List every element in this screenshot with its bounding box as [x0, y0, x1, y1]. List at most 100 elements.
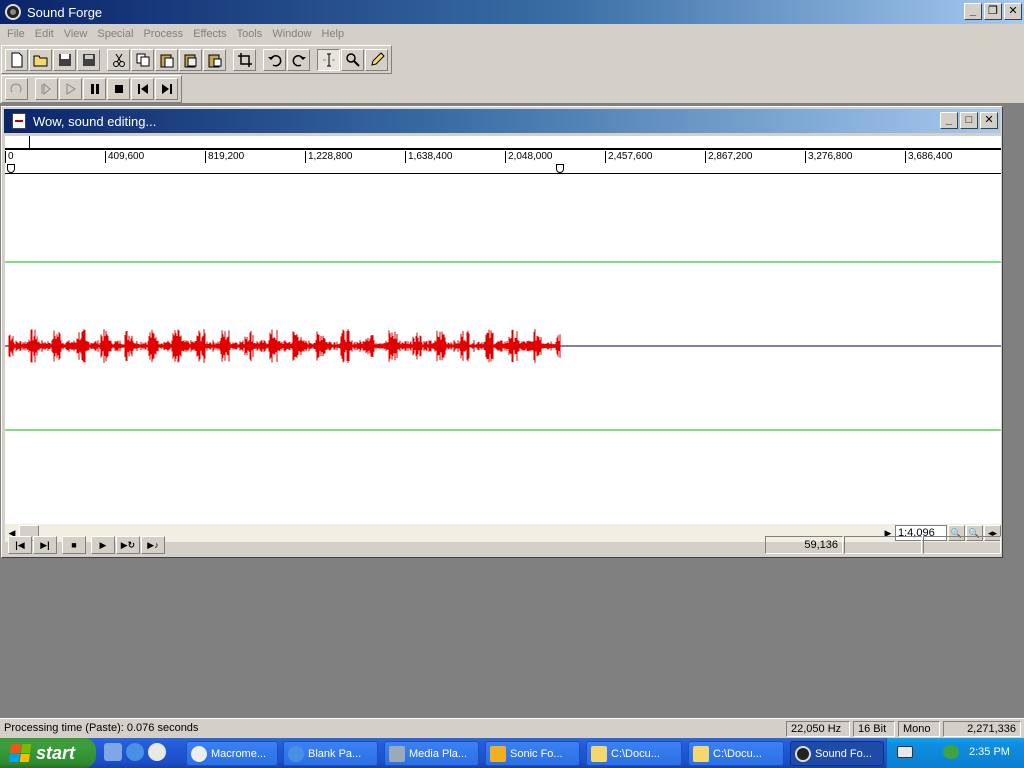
status-bar: Processing time (Paste): 0.076 seconds 2… [0, 718, 1024, 738]
task-label: Blank Pa... [308, 747, 362, 760]
document-transport: |◀ ▶| ■ ▶ ▶↻ ▶♪ 59,136 [5, 536, 1001, 556]
app-title: Sound Forge [27, 4, 103, 20]
magnifier-icon [345, 52, 360, 67]
menu-window[interactable]: Window [267, 28, 316, 40]
play-icon [66, 83, 76, 95]
pause-icon [90, 84, 99, 94]
sound-forge-task-icon [795, 745, 811, 762]
task-sonic-foundry[interactable]: Sonic Fo... [485, 741, 580, 766]
show-desktop-icon[interactable] [104, 743, 122, 761]
doc-minimize-button[interactable]: _ [940, 112, 958, 129]
task-documents-1[interactable]: C:\Docu... [586, 741, 682, 766]
task-documents-2[interactable]: C:\Docu... [688, 741, 784, 766]
clock[interactable]: 2:35 PM [969, 746, 1010, 758]
copy-button[interactable] [131, 48, 154, 71]
redo-button[interactable] [287, 48, 310, 71]
doc-play-looped-icon[interactable]: ▶↻ [116, 536, 140, 554]
cut-button[interactable] [107, 48, 130, 71]
ruler-label: 2,048,000 [505, 151, 553, 163]
stop-icon [114, 85, 123, 93]
undo-icon [267, 54, 281, 66]
task-label: Sonic Fo... [510, 747, 563, 760]
task-sound-forge[interactable]: Sound Fo... [790, 741, 884, 766]
play-button[interactable] [59, 78, 82, 100]
doc-play-icon[interactable]: ▶ [91, 536, 115, 554]
open-folder-icon [33, 55, 47, 66]
go-to-end-button[interactable] [155, 78, 178, 100]
trim-crop-button[interactable] [233, 48, 256, 71]
edit-cursor-icon [322, 53, 335, 66]
stop-button[interactable] [107, 78, 130, 100]
play-all-button[interactable] [35, 78, 58, 100]
paste-special-button[interactable] [179, 48, 202, 71]
redo-icon [292, 54, 306, 66]
waveform-canvas [5, 261, 1001, 431]
edit-tool-button[interactable] [317, 48, 340, 71]
ruler-label: 3,276,800 [805, 151, 853, 163]
doc-go-end-icon[interactable]: ▶| [33, 536, 57, 554]
overview-bar[interactable] [5, 136, 1001, 150]
task-media-player[interactable]: Media Pla... [384, 741, 479, 766]
marker-strip[interactable] [5, 164, 1001, 174]
new-file-button[interactable] [5, 48, 28, 71]
folder-icon [591, 745, 607, 762]
task-label: Macrome... [211, 747, 267, 760]
ie-page-icon [288, 745, 304, 762]
new-file-icon [11, 52, 22, 67]
sound-forge-icon[interactable] [5, 4, 21, 20]
minimize-button[interactable]: _ [964, 3, 982, 20]
cursor-marker-icon[interactable] [556, 164, 564, 173]
crop-icon [237, 52, 252, 67]
menu-edit[interactable]: Edit [30, 28, 59, 40]
media-player-task-icon [389, 745, 405, 762]
pause-button[interactable] [83, 78, 106, 100]
start-button[interactable]: start [0, 738, 96, 768]
internet-explorer-icon[interactable] [126, 743, 144, 761]
network-icon[interactable] [943, 745, 959, 759]
doc-go-start-icon[interactable]: |◀ [8, 536, 32, 554]
start-marker-icon[interactable] [7, 164, 15, 173]
menu-help[interactable]: Help [316, 28, 349, 40]
bit-depth-cell[interactable]: 16 Bit [853, 721, 895, 737]
restore-button[interactable]: ❐ [984, 3, 1002, 20]
keyboard-icon[interactable] [897, 746, 913, 758]
save-as-button[interactable] [77, 48, 100, 71]
menu-bar: File Edit View Special Process Effects T… [0, 24, 1024, 44]
magnify-tool-button[interactable] [341, 48, 364, 71]
doc-close-button[interactable]: ✕ [980, 112, 998, 129]
mix-button[interactable] [203, 48, 226, 71]
record-loop-button[interactable] [5, 78, 28, 100]
menu-effects[interactable]: Effects [188, 28, 231, 40]
channels-cell[interactable]: Mono [898, 721, 940, 737]
doc-play-plugin-icon[interactable]: ▶♪ [141, 536, 165, 554]
ruler-label: 2,457,600 [605, 151, 653, 163]
open-file-button[interactable] [29, 48, 52, 71]
menu-tools[interactable]: Tools [232, 28, 268, 40]
media-player-icon[interactable] [148, 743, 166, 761]
sample-rate-cell[interactable]: 22,050 Hz [786, 721, 850, 737]
scissors-icon [112, 53, 125, 67]
menu-special[interactable]: Special [92, 28, 138, 40]
sonic-foundry-icon [490, 745, 506, 762]
undo-button[interactable] [263, 48, 286, 71]
task-blank-page[interactable]: Blank Pa... [283, 741, 378, 766]
doc-maximize-button[interactable]: □ [960, 112, 978, 129]
task-macromedia[interactable]: Macrome... [186, 741, 278, 766]
task-label: Sound Fo... [815, 747, 872, 760]
selection-length-field [923, 536, 1001, 554]
paste-button[interactable] [155, 48, 178, 71]
close-button[interactable]: ✕ [1004, 3, 1022, 20]
wave-document-icon[interactable] [12, 113, 26, 129]
waveform-view[interactable]: 0 409,600 819,200 1,228,800 1,638,400 2,… [5, 136, 1001, 524]
doc-stop-icon[interactable]: ■ [62, 536, 86, 554]
waveform-area[interactable] [5, 176, 1001, 516]
menu-view[interactable]: View [59, 28, 93, 40]
paste-icon [160, 54, 173, 67]
menu-process[interactable]: Process [138, 28, 188, 40]
pencil-tool-button[interactable] [365, 48, 388, 71]
menu-file[interactable]: File [2, 28, 30, 40]
windows-flag-icon [8, 744, 32, 762]
document-window: Wow, sound editing... _ □ ✕ 0 409,600 81… [1, 106, 1003, 558]
save-button[interactable] [53, 48, 76, 71]
go-to-start-button[interactable] [131, 78, 154, 100]
